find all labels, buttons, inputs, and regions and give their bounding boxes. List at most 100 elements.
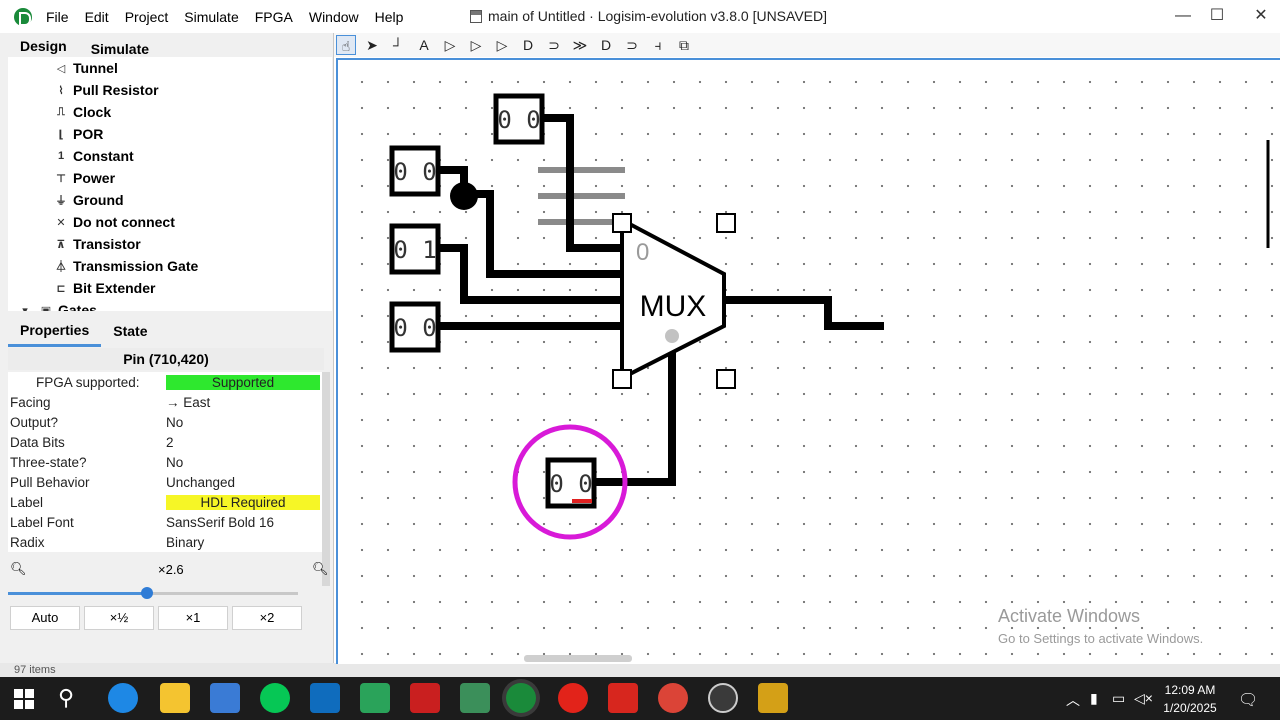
chrome-icon[interactable] xyxy=(658,683,688,713)
property-row[interactable]: Label HDL Required xyxy=(8,492,322,512)
probe-icon[interactable]: ⧉ xyxy=(674,35,694,55)
notifications-icon[interactable]: 🗨︎ xyxy=(1238,690,1258,710)
tree-item[interactable]: ◁ Tunnel xyxy=(8,57,332,79)
zoom-slider-filled[interactable] xyxy=(8,592,148,595)
tree-item[interactable]: 1 Constant xyxy=(8,145,332,167)
google-drive-icon[interactable] xyxy=(360,683,390,713)
nor-gate-icon[interactable]: ⊃ xyxy=(622,35,642,55)
zoom-auto-button[interactable]: Auto xyxy=(10,606,80,630)
maximize-button[interactable]: ☐ xyxy=(1194,5,1240,27)
menu-simulate[interactable]: Simulate xyxy=(184,9,238,25)
tree-item[interactable]: ⏃ Transmission Gate xyxy=(8,255,332,277)
tab-state[interactable]: State xyxy=(101,317,159,345)
tray-chevron-icon[interactable]: ︿ xyxy=(1066,690,1080,710)
menu-project[interactable]: Project xyxy=(125,9,169,25)
select-tool-icon[interactable]: ➤ xyxy=(362,35,382,55)
microphone-icon[interactable]: ▮ xyxy=(1090,690,1098,707)
property-row[interactable]: Output? No xyxy=(8,412,322,432)
splitter-icon[interactable]: ⫞ xyxy=(648,35,668,55)
zoom-half-button[interactable]: ×½ xyxy=(84,606,154,630)
property-row[interactable]: Radix Binary xyxy=(8,532,322,552)
start-button[interactable] xyxy=(14,689,34,709)
search-icon[interactable]: ⚲ xyxy=(58,685,74,711)
not-gate-icon[interactable]: ▷ xyxy=(492,35,512,55)
mux-input0-label: 0 xyxy=(636,239,649,266)
property-row[interactable]: Label Font SansSerif Bold 16 xyxy=(8,512,322,532)
menu-help[interactable]: Help xyxy=(375,9,404,25)
selection-handle[interactable] xyxy=(716,369,736,389)
zoom-out-icon[interactable]: 🔍︎ xyxy=(10,561,27,577)
tree-item[interactable]: ⌇ Pull Resistor xyxy=(8,79,332,101)
file-explorer-icon[interactable] xyxy=(160,683,190,713)
property-row[interactable]: Facing → East xyxy=(8,392,322,412)
property-key: Radix xyxy=(10,534,45,550)
canvas-scroll-thumb[interactable] xyxy=(524,655,632,662)
property-row[interactable]: Data Bits 2 xyxy=(8,432,322,452)
menu-edit[interactable]: Edit xyxy=(85,9,109,25)
media-app-icon[interactable] xyxy=(410,683,440,713)
logisim-app-icon[interactable] xyxy=(14,7,32,26)
line-icon[interactable] xyxy=(260,683,290,713)
wiring-tool-icon[interactable]: ┘ xyxy=(388,35,408,55)
pdf-reader-icon[interactable] xyxy=(608,683,638,713)
edge-icon[interactable] xyxy=(108,683,138,713)
tree-item[interactable]: ✕ Do not connect xyxy=(8,211,332,233)
or-gate-icon[interactable]: ⊃ xyxy=(544,35,564,55)
property-value[interactable]: No xyxy=(166,455,320,470)
property-row[interactable]: FPGA supported: Supported xyxy=(8,372,322,392)
obs-icon[interactable] xyxy=(708,683,738,713)
mail-icon[interactable] xyxy=(310,683,340,713)
zoom-in-icon[interactable]: 🔍︎ xyxy=(312,561,329,577)
zoom-2x-button[interactable]: ×2 xyxy=(232,606,302,630)
property-value[interactable]: SansSerif Bold 16 xyxy=(166,515,320,530)
property-value[interactable]: No xyxy=(166,415,320,430)
property-value[interactable]: Supported xyxy=(166,374,320,390)
tab-properties[interactable]: Properties xyxy=(8,316,102,347)
property-value[interactable]: Unchanged xyxy=(166,475,320,490)
close-button[interactable]: ✕ xyxy=(1238,5,1280,27)
circuit-drawing: MUX 0 0 0 0 0 0 1 0 0 0 0 xyxy=(389,93,1270,540)
zoom-1x-button[interactable]: ×1 xyxy=(158,606,228,630)
output-pin-icon[interactable]: ▷ xyxy=(466,35,486,55)
selection-handle[interactable] xyxy=(716,213,736,233)
selection-handle[interactable] xyxy=(612,369,632,389)
collapse-icon[interactable]: ▾ xyxy=(16,304,34,312)
zoom-slider-track[interactable] xyxy=(148,592,298,595)
property-row[interactable]: Pull Behavior Unchanged xyxy=(8,472,322,492)
wire-out[interactable] xyxy=(724,296,884,330)
menu-fpga[interactable]: FPGA xyxy=(255,9,293,25)
system-clock[interactable]: 12:09 AM 1/20/2025 xyxy=(1150,681,1230,717)
zoom-slider-thumb[interactable] xyxy=(141,587,153,599)
tree-item[interactable]: ⏚ Ground xyxy=(8,189,332,211)
menu-window[interactable]: Window xyxy=(309,9,359,25)
selection-handle[interactable] xyxy=(612,213,632,233)
logisim-taskbar-icon[interactable] xyxy=(506,683,536,713)
tree-item[interactable]: ⎍ Clock xyxy=(8,101,332,123)
pin-cursor-indicator xyxy=(572,499,592,503)
tree-group-gates[interactable]: ▾ ▣ Gates xyxy=(8,299,332,311)
tree-item[interactable]: ⊼ Transistor xyxy=(8,233,332,255)
circuit-canvas[interactable]: MUX 0 0 0 0 0 0 1 0 0 0 0 xyxy=(336,58,1280,664)
property-value[interactable]: Binary xyxy=(166,535,320,550)
property-value[interactable]: HDL Required xyxy=(166,494,320,510)
props-scrollbar[interactable] xyxy=(322,372,330,586)
tree-item[interactable]: ⊤ Power xyxy=(8,167,332,189)
por-icon: ⌊ xyxy=(58,128,64,141)
property-value[interactable]: 2 xyxy=(166,435,320,450)
and-gate-icon[interactable]: D xyxy=(518,35,538,55)
nand-gate-icon[interactable]: D xyxy=(596,35,616,55)
poke-tool-icon[interactable]: ☝ xyxy=(336,35,356,55)
tree-item[interactable]: ⊏ Bit Extender xyxy=(8,277,332,299)
property-value[interactable]: → East xyxy=(166,395,320,410)
store-icon[interactable] xyxy=(210,683,240,713)
winrar-icon[interactable] xyxy=(758,683,788,713)
property-row[interactable]: Three-state? No xyxy=(8,452,322,472)
input-pin-icon[interactable]: ▷ xyxy=(440,35,460,55)
text-tool-icon[interactable]: A xyxy=(414,35,434,55)
battery-icon[interactable]: ▭ xyxy=(1112,690,1125,707)
xor-gate-icon[interactable]: ≫ xyxy=(570,35,590,55)
monitor-app-icon[interactable] xyxy=(460,683,490,713)
menu-file[interactable]: File xyxy=(46,9,69,25)
opera-icon[interactable] xyxy=(558,683,588,713)
tree-item[interactable]: ⌊ POR xyxy=(8,123,332,145)
